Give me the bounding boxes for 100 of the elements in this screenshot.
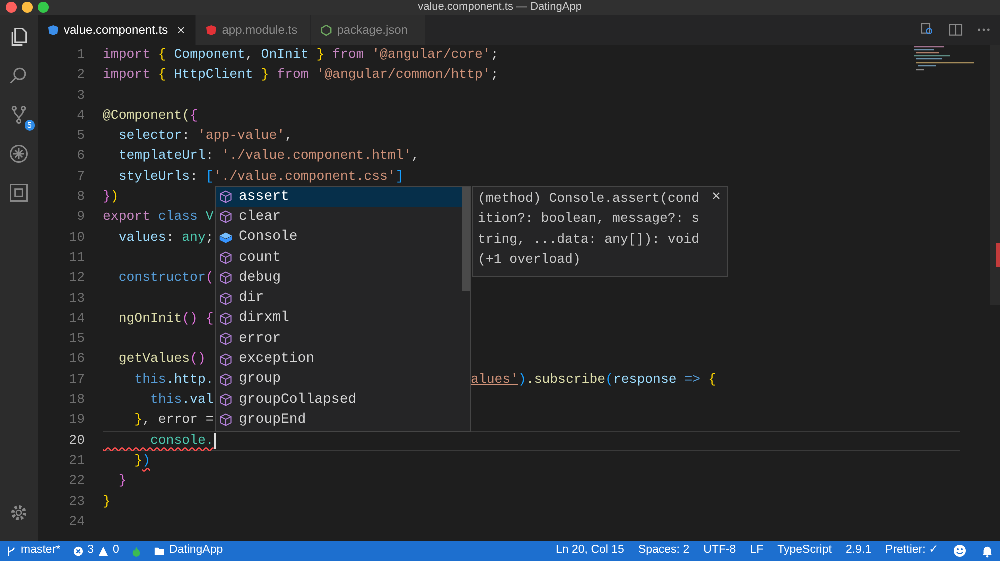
cube-icon (219, 393, 233, 408)
suggestion-item[interactable]: group (216, 370, 462, 390)
line-number: 24 (68, 512, 85, 531)
line-number: 14 (68, 310, 85, 328)
line-number: 9 (76, 208, 85, 226)
line-number: 3 (76, 86, 85, 105)
code-line: import { Component, OnInit } from '@angular/core'; (103, 46, 499, 64)
line-number: 12 (68, 269, 85, 288)
code-line: getValues() (118, 350, 206, 368)
line-number: 13 (68, 290, 85, 308)
code-line: templateUrl: './value.component.html', (118, 147, 420, 166)
suggestion-item[interactable]: debug (216, 268, 462, 288)
code-line: }) (134, 452, 150, 470)
problems-status[interactable]: 3 0 (72, 542, 120, 560)
code-line: } (103, 492, 111, 511)
cube-icon (219, 413, 233, 428)
code-line: constructor( (118, 269, 214, 288)
close-tab-button[interactable]: × (177, 20, 186, 40)
code-line: @Component({ (103, 106, 198, 125)
line-number: 8 (76, 188, 85, 206)
code-line: }) (103, 188, 119, 206)
editor-tab[interactable]: value.component.ts × (38, 15, 196, 45)
bug-icon[interactable] (8, 142, 30, 165)
flame-icon (131, 546, 142, 556)
line-number: 1 (76, 46, 85, 64)
extensions-icon[interactable] (8, 182, 30, 204)
maximize-window-button[interactable] (38, 2, 49, 13)
split-editor-icon[interactable] (948, 22, 964, 38)
code-line: this.http. (134, 370, 215, 389)
branch-icon (6, 546, 17, 556)
suggestion-item[interactable]: clear (216, 207, 462, 228)
suggestion-item[interactable]: assert (216, 187, 462, 208)
cube-icon (219, 352, 233, 367)
minimize-window-button[interactable] (22, 2, 33, 13)
line-number: 17 (68, 370, 85, 389)
cube-icon (219, 312, 233, 326)
cube-icon (219, 292, 233, 306)
folder-status[interactable]: DatingApp (154, 542, 224, 560)
error-icon (72, 546, 84, 556)
code-line: }, error = (134, 411, 214, 430)
code-line: export class V (103, 208, 214, 226)
cube-icon (219, 372, 233, 387)
status-item[interactable]: 2.9.1 (846, 542, 872, 560)
shield-icon (206, 24, 218, 36)
scrollbar[interactable] (990, 45, 1000, 305)
suggestion-item[interactable]: dirxml (216, 308, 462, 330)
warning-icon (98, 546, 110, 556)
line-number: 6 (76, 147, 85, 166)
cube-icon (219, 210, 233, 224)
settings-icon[interactable] (9, 502, 29, 523)
status-item[interactable]: TypeScript (778, 542, 832, 560)
suggestion-item[interactable]: Console (216, 228, 462, 248)
badge-count: 5 (24, 120, 35, 131)
smiley-icon[interactable] (953, 544, 967, 558)
editor-tab[interactable]: app.module.ts (196, 15, 312, 45)
error-marker (996, 243, 1000, 267)
suggestion-item[interactable]: groupEnd (216, 410, 462, 431)
line-number: 22 (68, 472, 85, 490)
code-line: ngOnInit() { (118, 310, 214, 328)
line-number: 20 (68, 432, 85, 450)
status-item[interactable]: Prettier: ✓ (886, 542, 939, 560)
folder-icon (154, 546, 166, 556)
bell-icon[interactable] (981, 544, 994, 558)
suggestion-item[interactable]: count (216, 248, 462, 268)
shield-icon (48, 24, 59, 36)
close-button[interactable]: × (712, 189, 721, 207)
suggestion-item[interactable]: groupCollapsed (216, 390, 462, 410)
code-line: import { HttpClient } from '@angular/common/http'; (103, 66, 499, 84)
class-icon (219, 230, 233, 245)
line-number: 5 (76, 127, 85, 146)
line-number: 23 (68, 492, 85, 511)
line-number: 2 (76, 66, 85, 84)
branch-status[interactable]: master* (6, 542, 61, 560)
code-line: console. (149, 432, 214, 450)
cube-icon (219, 190, 233, 204)
line-number: 10 (68, 228, 85, 247)
cube-icon (219, 271, 233, 286)
code-line: styleUrls: ['./value.component.css'] (118, 168, 404, 186)
code-line: selector: 'app-value', (118, 127, 293, 146)
scrollbar-thumb[interactable] (462, 187, 470, 291)
line-number: 4 (76, 106, 85, 125)
line-number: 18 (68, 391, 85, 410)
status-item[interactable]: UTF-8 (704, 542, 736, 560)
line-number: 16 (68, 350, 85, 368)
status-item[interactable]: Ln 20, Col 15 (556, 542, 624, 560)
status-item[interactable]: LF (750, 542, 764, 560)
line-number: 11 (68, 248, 85, 267)
signature-text: (method) Console.assert(cond ition?: boolean, message?: s tring, ...data: any[]): void (+1 overload) (478, 190, 701, 269)
status-item[interactable]: Spaces: 2 (638, 542, 690, 560)
close-window-button[interactable] (6, 2, 17, 13)
suggestion-item[interactable]: exception (216, 349, 462, 370)
line-number: 7 (76, 168, 85, 186)
code-line: this.val (149, 391, 214, 410)
hexagon-icon (321, 24, 332, 36)
suggestion-item[interactable]: dir (216, 288, 462, 309)
text-cursor (214, 432, 216, 449)
suggestion-item[interactable]: error (216, 329, 462, 350)
editor-tab[interactable]: package.json (311, 15, 426, 45)
line-number: 15 (68, 330, 85, 348)
cube-icon (219, 332, 233, 346)
